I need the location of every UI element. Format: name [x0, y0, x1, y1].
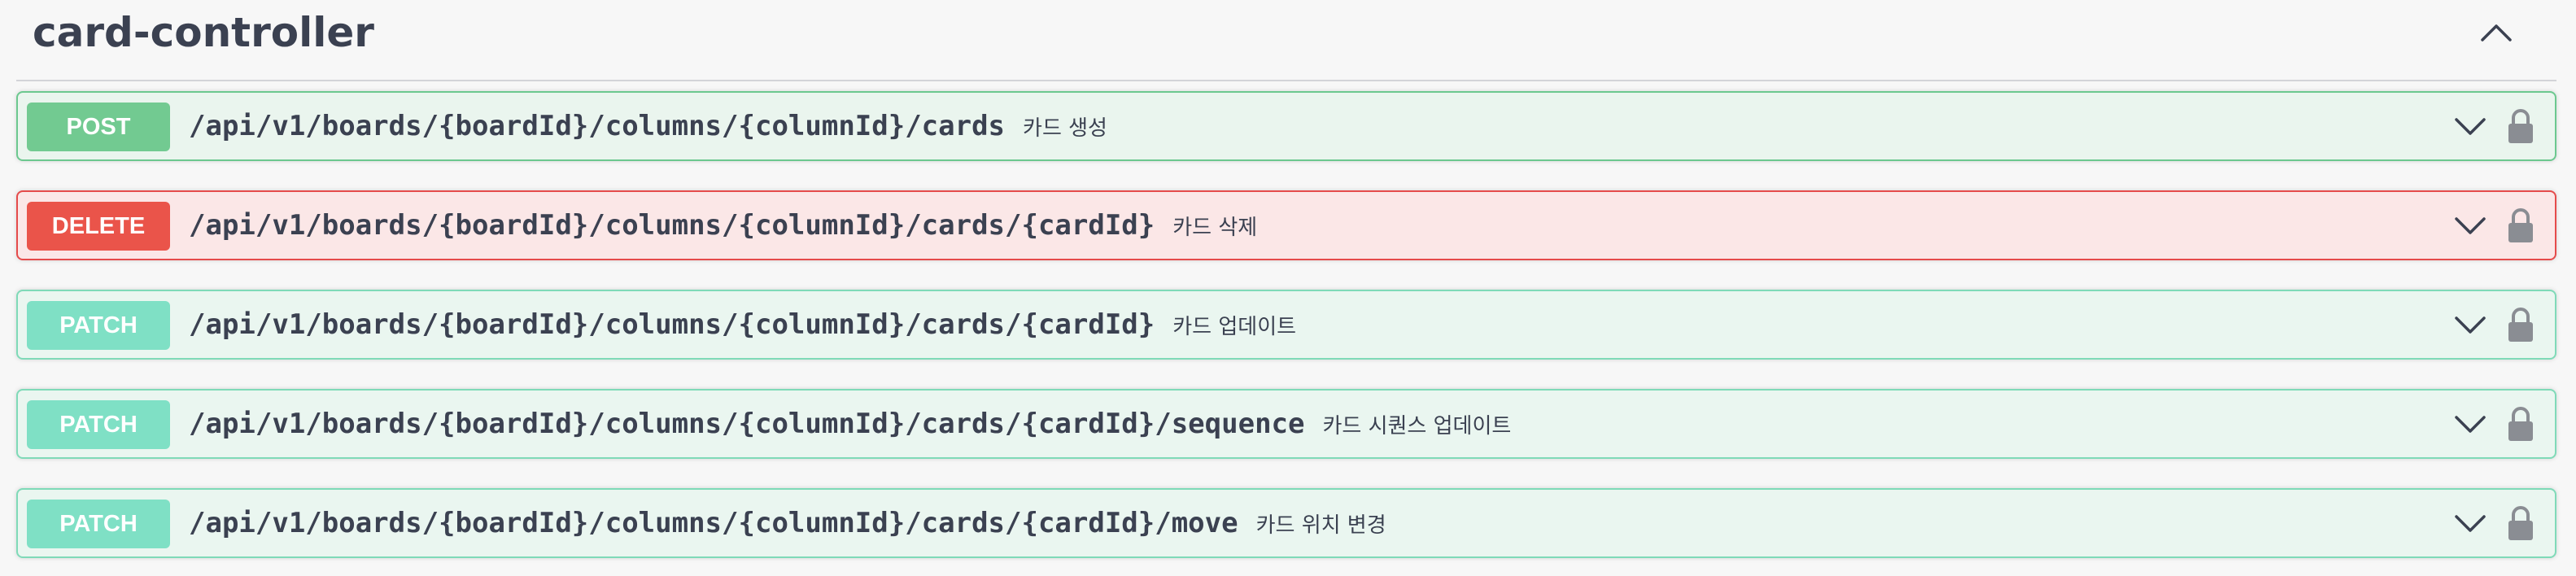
lock-icon[interactable] [2504, 404, 2537, 444]
operation-summary: 카드 시퀀스 업데이트 [1322, 413, 1512, 439]
chevron-down-icon[interactable] [2452, 210, 2488, 242]
operation-patch-card[interactable]: PATCH /api/v1/boards/{boardId}/columns/{… [16, 290, 2556, 360]
operation-path: /api/v1/boards/{boardId}/columns/{column… [189, 507, 1238, 539]
chevron-down-icon[interactable] [2452, 309, 2488, 342]
operation-post-cards[interactable]: POST /api/v1/boards/{boardId}/columns/{c… [16, 91, 2556, 161]
method-badge: PATCH [27, 301, 170, 350]
operation-delete-card[interactable]: DELETE /api/v1/boards/{boardId}/columns/… [16, 190, 2556, 260]
operation-summary: 카드 위치 변경 [1255, 513, 1386, 538]
lock-icon[interactable] [2504, 106, 2537, 146]
controller-section-header[interactable]: card-controller [16, 0, 2556, 81]
operation-patch-card-sequence[interactable]: PATCH /api/v1/boards/{boardId}/columns/{… [16, 389, 2556, 459]
chevron-down-icon[interactable] [2452, 508, 2488, 540]
chevron-down-icon[interactable] [2452, 111, 2488, 143]
chevron-down-icon[interactable] [2452, 408, 2488, 441]
operation-path: /api/v1/boards/{boardId}/columns/{column… [189, 408, 1305, 440]
operation-patch-card-move[interactable]: PATCH /api/v1/boards/{boardId}/columns/{… [16, 488, 2556, 558]
operation-path: /api/v1/boards/{boardId}/columns/{column… [189, 110, 1006, 142]
method-badge: PATCH [27, 500, 170, 548]
method-badge: POST [27, 103, 170, 151]
operation-summary: 카드 삭제 [1172, 215, 1258, 240]
lock-icon[interactable] [2504, 205, 2537, 246]
operation-summary: 카드 생성 [1023, 116, 1107, 141]
operation-path: /api/v1/boards/{boardId}/columns/{column… [189, 308, 1155, 341]
method-badge: PATCH [27, 400, 170, 449]
controller-title: card-controller [33, 9, 374, 56]
lock-icon[interactable] [2504, 304, 2537, 345]
operation-summary: 카드 업데이트 [1172, 314, 1297, 339]
lock-icon[interactable] [2504, 503, 2537, 543]
operation-path: /api/v1/boards/{boardId}/columns/{column… [189, 209, 1155, 242]
chevron-up-icon[interactable] [2472, 8, 2521, 57]
method-badge: DELETE [27, 202, 170, 251]
